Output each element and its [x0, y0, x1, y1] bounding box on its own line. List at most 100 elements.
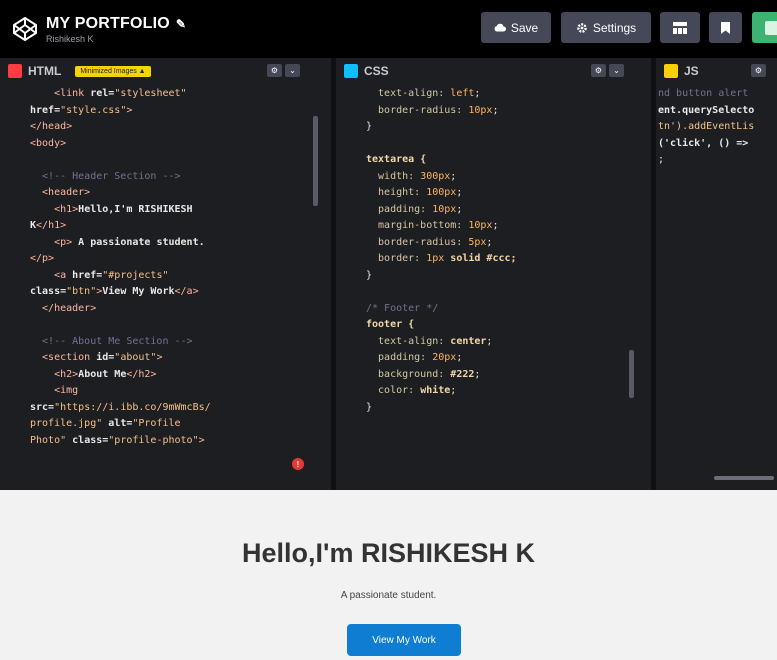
- line-number: [336, 136, 366, 153]
- code-line[interactable]: </header>: [0, 301, 331, 318]
- code-token: href=: [72, 269, 103, 281]
- line-number: [336, 334, 366, 351]
- code-token: 10px: [468, 104, 493, 116]
- line-number: [0, 350, 30, 367]
- code-line[interactable]: /* Footer */: [336, 301, 651, 318]
- code-line[interactable]: width: 300px;: [336, 169, 651, 186]
- code-line[interactable]: <h2> About Me </h2>: [0, 367, 331, 384]
- code-line[interactable]: tn').addEventLis: [656, 119, 777, 136]
- code-line[interactable]: <!-- About Me Section -->: [0, 334, 331, 351]
- code-line[interactable]: }: [336, 119, 651, 136]
- code-token: center: [450, 335, 487, 347]
- code-line[interactable]: nd button alert: [656, 86, 777, 103]
- line-number: [336, 202, 366, 219]
- view-my-work-button[interactable]: View My Work: [347, 624, 461, 656]
- js-code-area[interactable]: nd button alert ent.querySelecto tn').addE…: [656, 84, 777, 490]
- code-line[interactable]: height: 100px;: [336, 185, 651, 202]
- code-line[interactable]: border-radius: 10px;: [336, 103, 651, 120]
- code-line[interactable]: text-align: center;: [336, 334, 651, 351]
- code-token: width:: [366, 170, 421, 182]
- code-line[interactable]: K </h1>: [0, 218, 331, 235]
- code-line[interactable]: <section id= "about" >: [0, 350, 331, 367]
- code-line[interactable]: ;: [656, 152, 777, 169]
- minimized-images-chip[interactable]: Minimized Images ▲: [75, 65, 151, 77]
- author-name[interactable]: Rishikesh K: [46, 34, 186, 44]
- code-line[interactable]: margin-bottom: 10px;: [336, 218, 651, 235]
- code-line[interactable]: color: white;: [336, 383, 651, 400]
- code-line[interactable]: href= "style.css" >: [0, 103, 331, 120]
- code-line[interactable]: <link rel= "stylesheet": [0, 86, 331, 103]
- css-settings-gear-icon[interactable]: ⚙: [591, 64, 606, 77]
- css-scrollbar[interactable]: [629, 350, 634, 398]
- line-number: [0, 119, 30, 136]
- code-token: }: [366, 269, 373, 281]
- js-horizontal-scrollbar[interactable]: [714, 476, 774, 480]
- code-line[interactable]: </head>: [0, 119, 331, 136]
- code-line[interactable]: <a href= "#projects": [0, 268, 331, 285]
- code-line[interactable]: [0, 152, 331, 169]
- line-number: [336, 169, 366, 186]
- codepen-logo-icon[interactable]: [12, 16, 38, 42]
- html-scrollbar[interactable]: [313, 116, 318, 206]
- code-line[interactable]: border-radius: 5px;: [336, 235, 651, 252]
- save-button[interactable]: Save: [481, 12, 551, 43]
- css-collapse-chevron-icon[interactable]: ⌄: [609, 64, 624, 77]
- html-editor-pane[interactable]: HTML Minimized Images ▲ ⚙ ⌄ <link rel= "s…: [0, 58, 331, 490]
- line-number: [0, 251, 30, 268]
- code-line[interactable]: text-align: left;: [336, 86, 651, 103]
- html-settings-gear-icon[interactable]: ⚙: [267, 64, 282, 77]
- code-token: >: [156, 352, 163, 363]
- html-pane-header: HTML Minimized Images ▲ ⚙ ⌄: [0, 58, 331, 84]
- code-line[interactable]: padding: 10px;: [336, 202, 651, 219]
- code-line[interactable]: [336, 284, 651, 301]
- code-line[interactable]: <img: [0, 383, 331, 400]
- line-number: [336, 103, 366, 120]
- line-number: [0, 202, 30, 219]
- code-line[interactable]: <p> A passionate student.: [0, 235, 331, 252]
- error-indicator-icon[interactable]: !: [292, 458, 304, 470]
- css-editor-pane[interactable]: CSS ⚙ ⌄ text-align: left; border-radius:…: [331, 58, 651, 490]
- code-line[interactable]: padding: 20px;: [336, 350, 651, 367]
- line-number: [656, 136, 658, 153]
- code-token: <h2>: [30, 368, 79, 380]
- code-line[interactable]: <!-- Header Section -->: [0, 169, 331, 186]
- html-collapse-chevron-icon[interactable]: ⌄: [285, 64, 300, 77]
- code-token: "about": [114, 352, 157, 363]
- code-line[interactable]: Photo" class= "profile-photo" >: [0, 433, 331, 450]
- account-button[interactable]: [752, 12, 777, 43]
- code-token: <body>: [30, 137, 67, 149]
- code-line[interactable]: textarea {: [336, 152, 651, 169]
- code-line[interactable]: [336, 136, 651, 153]
- change-view-button[interactable]: [660, 12, 700, 43]
- preview-pane: Hello,I'm RISHIKESH K A passionate stude…: [0, 490, 777, 660]
- html-code-area[interactable]: <link rel= "stylesheet" href= "style.css" > <…: [0, 84, 331, 490]
- settings-label: Settings: [592, 20, 637, 35]
- code-line[interactable]: footer {: [336, 317, 651, 334]
- code-line[interactable]: profile.jpg" alt= "Profile: [0, 416, 331, 433]
- edit-pencil-icon[interactable]: ✎: [176, 17, 186, 31]
- code-line[interactable]: <h1> Hello,I'm RISHIKESH: [0, 202, 331, 219]
- code-token: <!-- Header Section -->: [30, 170, 181, 182]
- css-code-area[interactable]: text-align: left; border-radius: 10px;} t…: [336, 84, 651, 490]
- bookmark-button[interactable]: [709, 12, 742, 43]
- code-line[interactable]: class= "btn" > View My Work </a>: [0, 284, 331, 301]
- code-line[interactable]: }: [336, 400, 651, 417]
- code-token: ('click', () =>: [658, 137, 749, 149]
- code-line[interactable]: <header>: [0, 185, 331, 202]
- code-line[interactable]: background: #222;: [336, 367, 651, 384]
- code-token: alt=: [108, 418, 133, 429]
- settings-button[interactable]: Settings: [561, 12, 651, 43]
- code-line[interactable]: ('click', () =>: [656, 136, 777, 153]
- project-title[interactable]: MY PORTFOLIO: [46, 15, 170, 33]
- code-line[interactable]: ent.querySelecto: [656, 103, 777, 120]
- code-line[interactable]: <body>: [0, 136, 331, 153]
- cloud-icon: [494, 23, 506, 32]
- code-line[interactable]: [0, 317, 331, 334]
- js-editor-pane[interactable]: JS ⚙ nd button alert ent.querySelecto tn')…: [651, 58, 777, 490]
- code-line[interactable]: }: [336, 268, 651, 285]
- code-line[interactable]: src= "https://i.ibb.co/9mWmcBs/: [0, 400, 331, 417]
- code-token: 10px: [432, 203, 457, 215]
- js-settings-gear-icon[interactable]: ⚙: [751, 64, 766, 77]
- code-line[interactable]: border: 1px solid #ccc;: [336, 251, 651, 268]
- code-line[interactable]: </p>: [0, 251, 331, 268]
